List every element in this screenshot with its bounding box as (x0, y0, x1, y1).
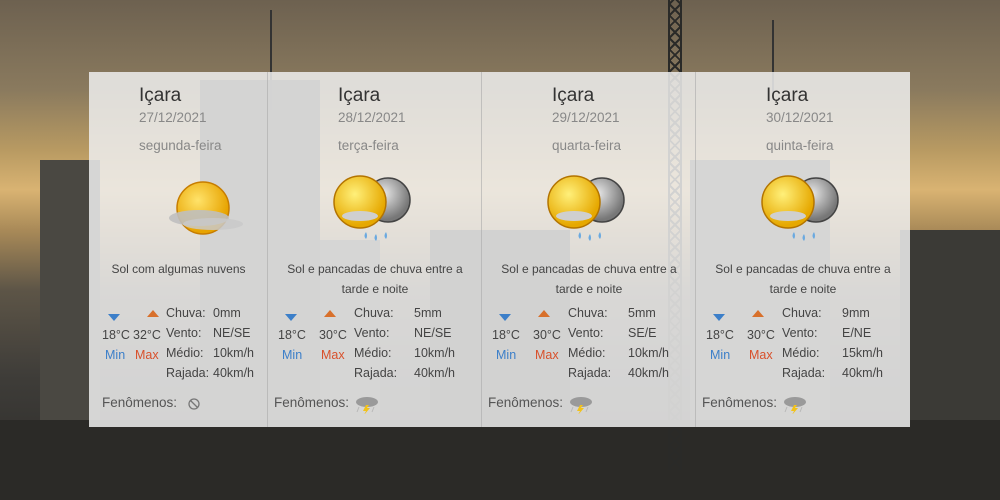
min-label: Min (282, 348, 303, 362)
forecast-date: 27/12/2021 (139, 110, 207, 125)
wind-label: Vento: (166, 326, 202, 340)
forecast-panel: Içara 27/12/2021 segunda-feira Sol com a… (89, 72, 910, 427)
gust-value: 40km/h (842, 366, 883, 380)
wind-label: Vento: (568, 326, 604, 340)
sun-moon-rain-icon (761, 175, 839, 241)
wind-label: Vento: (782, 326, 818, 340)
avg-wind-value: 15km/h (842, 346, 883, 360)
forecast-date: 30/12/2021 (766, 110, 834, 125)
max-temp: 30°C (747, 328, 775, 342)
avg-wind-label: Médio: (568, 346, 606, 360)
sun-cloud-icon (169, 181, 243, 235)
rain-label: Chuva: (166, 306, 206, 320)
gust-value: 40km/h (213, 366, 254, 380)
arrow-up-icon (752, 310, 764, 317)
max-temp: 32°C (133, 328, 161, 342)
arrow-up-icon (147, 310, 159, 317)
arrow-down-icon (108, 314, 120, 321)
forecast-card-1: Içara 28/12/2021 terça-feira Sol e panca… (268, 72, 482, 427)
forecast-description: Sol com algumas nuvens (111, 262, 246, 276)
min-label: Min (496, 348, 517, 362)
none-icon (188, 398, 200, 410)
city-name: Içara (139, 85, 182, 106)
storm-icon (784, 397, 806, 414)
gust-label: Rajada: (166, 366, 210, 380)
min-temp: 18°C (706, 328, 734, 342)
phenomena-label: Fenômenos: (702, 395, 778, 410)
weekday: quinta-feira (766, 138, 834, 153)
storm-icon (356, 397, 378, 414)
storm-icon (570, 397, 592, 414)
forecast-stats: Chuva: 5mm Vento: SE/E Médio: 10km/h Rajada… (568, 304, 678, 384)
forecast-stats: Chuva: 5mm Vento: NE/SE Médio: 10km/h Rajad… (354, 304, 464, 384)
phenomena-label: Fenômenos: (488, 395, 564, 410)
forecast-date: 28/12/2021 (338, 110, 406, 125)
max-label: Max (135, 348, 159, 362)
wind-label: Vento: (354, 326, 390, 340)
forecast-stats: Chuva: 0mm Vento: NE/SE Médio: 10km/h Rajad… (166, 304, 262, 384)
max-temp: 30°C (533, 328, 561, 342)
forecast-card-3: Içara 30/12/2021 quinta-feira Sol e panc… (696, 72, 910, 427)
min-temp: 18°C (278, 328, 306, 342)
rain-value: 5mm (628, 306, 656, 320)
avg-wind-label: Médio: (782, 346, 820, 360)
wind-value: SE/E (628, 326, 657, 340)
rain-value: 0mm (213, 306, 241, 320)
phenomena-label: Fenômenos: (102, 395, 178, 410)
avg-wind-value: 10km/h (628, 346, 669, 360)
rain-value: 5mm (414, 306, 442, 320)
min-label: Min (710, 348, 731, 362)
gust-value: 40km/h (414, 366, 455, 380)
rain-label: Chuva: (782, 306, 822, 320)
city-name: Içara (766, 85, 809, 106)
avg-wind-value: 10km/h (414, 346, 455, 360)
min-label: Min (105, 348, 126, 362)
wind-value: E/NE (842, 326, 872, 340)
city-name: Içara (338, 85, 381, 106)
min-max-temperatures: 18°C 30°C Min Max (278, 306, 358, 366)
wind-value: NE/SE (414, 326, 452, 340)
avg-wind-label: Médio: (354, 346, 392, 360)
rain-label: Chuva: (568, 306, 608, 320)
sun-moon-rain-icon (333, 175, 411, 241)
arrow-up-icon (538, 310, 550, 317)
forecast-description: Sol e pancadas de chuva entre a tarde e … (501, 262, 677, 296)
weekday: quarta-feira (552, 138, 622, 153)
max-label: Max (321, 348, 345, 362)
forecast-description: Sol e pancadas de chuva entre a tarde e … (715, 262, 891, 296)
gust-value: 40km/h (628, 366, 669, 380)
forecast-card-0: Içara 27/12/2021 segunda-feira Sol com a… (89, 72, 268, 427)
forecast-card-2: Içara 29/12/2021 quarta-feira Sol e panc… (482, 72, 696, 427)
min-max-temperatures: 18°C 30°C Min Max (706, 306, 786, 366)
arrow-down-icon (499, 314, 511, 321)
min-temp: 18°C (492, 328, 520, 342)
min-temp: 18°C (102, 328, 130, 342)
min-max-temperatures: 18°C 30°C Min Max (492, 306, 572, 366)
city-name: Içara (552, 85, 595, 106)
max-label: Max (749, 348, 773, 362)
max-label: Max (535, 348, 559, 362)
sun-moon-rain-icon (547, 175, 625, 241)
rain-label: Chuva: (354, 306, 394, 320)
forecast-date: 29/12/2021 (552, 110, 620, 125)
gust-label: Rajada: (782, 366, 826, 380)
wind-value: NE/SE (213, 326, 251, 340)
avg-wind-value: 10km/h (213, 346, 254, 360)
rain-value: 9mm (842, 306, 870, 320)
forecast-description: Sol e pancadas de chuva entre a tarde e … (287, 262, 463, 296)
max-temp: 30°C (319, 328, 347, 342)
avg-wind-label: Médio: (166, 346, 204, 360)
arrow-down-icon (713, 314, 725, 321)
arrow-up-icon (324, 310, 336, 317)
weekday: terça-feira (338, 138, 399, 153)
arrow-down-icon (285, 314, 297, 321)
forecast-stats: Chuva: 9mm Vento: E/NE Médio: 15km/h Rajada… (782, 304, 892, 384)
gust-label: Rajada: (354, 366, 398, 380)
weekday: segunda-feira (139, 138, 222, 153)
gust-label: Rajada: (568, 366, 612, 380)
phenomena-label: Fenômenos: (274, 395, 350, 410)
